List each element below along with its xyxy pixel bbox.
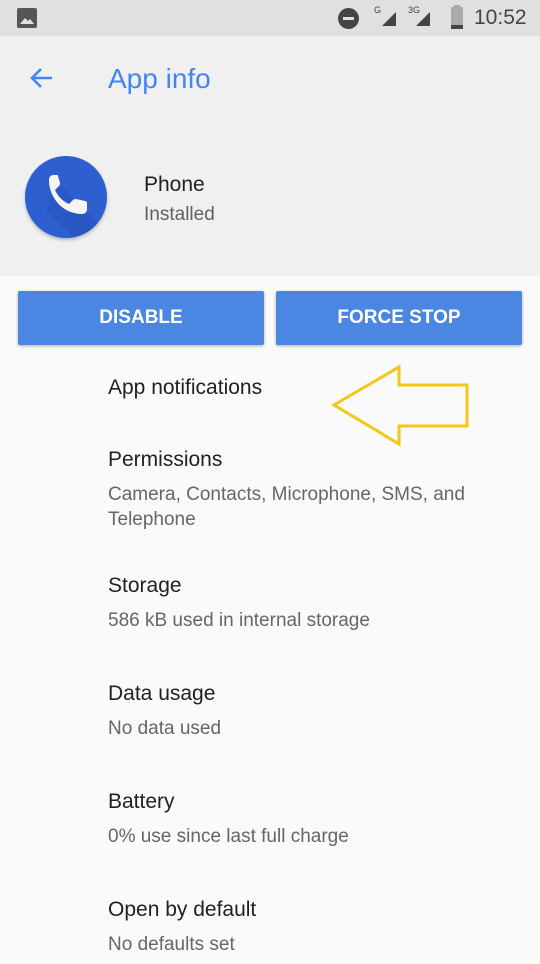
item-title: Data usage <box>108 682 216 705</box>
gallery-icon <box>17 8 37 28</box>
item-title: App notifications <box>108 376 263 399</box>
clock: 10:52 <box>474 6 527 29</box>
list-item-permissions[interactable]: Permissions Camera, Contacts, Microphone… <box>0 435 540 545</box>
battery-icon <box>451 5 463 29</box>
page-title: App info <box>108 63 211 94</box>
item-title: Storage <box>108 574 182 597</box>
item-title: Open by default <box>108 898 257 921</box>
item-summary: Camera, Contacts, Microphone, SMS, and T… <box>108 484 465 530</box>
arrow-back-icon[interactable] <box>28 64 56 92</box>
disable-button[interactable]: DISABLE <box>18 291 264 345</box>
app-header: App info Phone Installed <box>0 36 540 276</box>
signal-g-icon: G <box>372 5 402 30</box>
app-status: Installed <box>144 204 215 225</box>
item-summary: 0% use since last full charge <box>108 826 349 847</box>
item-summary: 586 kB used in internal storage <box>108 610 370 631</box>
list-item-open-by-default[interactable]: Open by default No defaults set <box>0 884 540 964</box>
do-not-disturb-icon <box>338 8 359 29</box>
item-title: Battery <box>108 790 175 813</box>
list-item-storage[interactable]: Storage 586 kB used in internal storage <box>0 560 540 660</box>
item-title: Permissions <box>108 448 223 471</box>
annotation-arrow-icon <box>331 364 469 447</box>
app-name: Phone <box>144 173 205 196</box>
item-summary: No data used <box>108 718 222 739</box>
item-summary: No defaults set <box>108 934 235 955</box>
status-bar: G 3G 10:52 <box>0 0 540 36</box>
list-item-data-usage[interactable]: Data usage No data used <box>0 668 540 768</box>
list-item-battery[interactable]: Battery 0% use since last full charge <box>0 776 540 876</box>
phone-icon <box>25 156 107 238</box>
force-stop-button[interactable]: FORCE STOP <box>276 291 522 345</box>
signal-3g-icon: 3G <box>406 5 436 30</box>
